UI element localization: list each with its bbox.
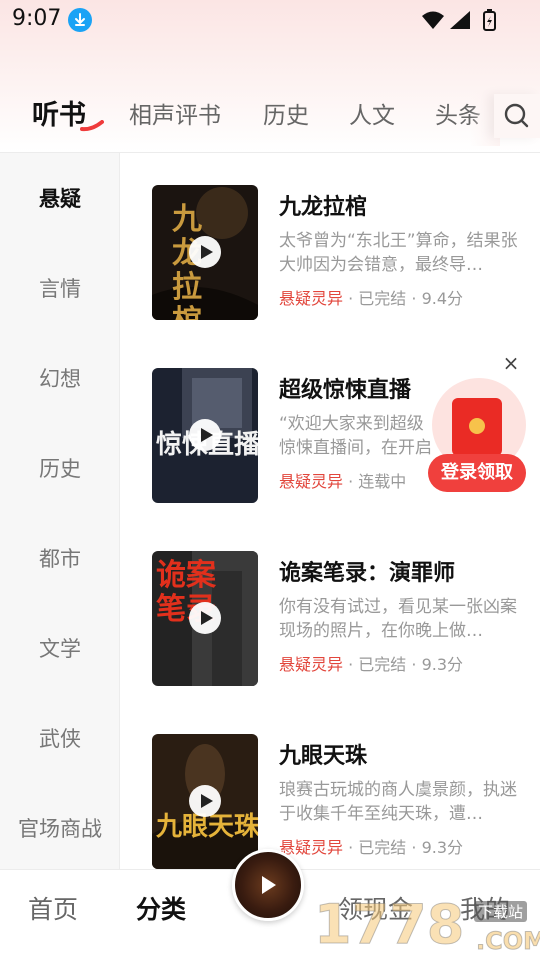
watermark-domain: .COM	[475, 927, 540, 956]
play-icon[interactable]	[189, 602, 221, 634]
book-meta: 悬疑灵异 · 已完结 · 9.3分	[279, 838, 464, 857]
book-cover[interactable]: 诡案笔录	[152, 551, 258, 686]
book-genre: 悬疑灵异	[279, 472, 344, 491]
tab-humanities[interactable]: 人文	[349, 94, 395, 138]
tab-crosstalk[interactable]: 相声评书	[129, 94, 221, 138]
sidebar-item-urban[interactable]: 都市	[0, 539, 120, 579]
book-status: 连载中	[358, 472, 407, 491]
sidebar-item-fantasy[interactable]: 幻想	[0, 359, 120, 399]
promo-close-button[interactable]: ×	[500, 352, 522, 374]
play-icon[interactable]	[189, 236, 221, 268]
sidebar-item-history[interactable]: 历史	[0, 449, 120, 489]
status-time: 9:07	[12, 6, 62, 31]
book-status: 已完结	[358, 838, 407, 857]
nav-home[interactable]: 首页	[28, 890, 78, 926]
genre-sidebar: 悬疑 言情 幻想 历史 都市 文学 武侠 官场商战	[0, 153, 120, 869]
book-item[interactable]: 九眼天珠 九眼天珠 琅赛古玩城的商人虞景颜，执迷于收集千年至纯天珠，遭… 悬疑灵…	[121, 702, 540, 869]
book-status: 已完结	[358, 289, 407, 308]
book-status: 已完结	[358, 655, 407, 674]
book-score: 9.3分	[421, 655, 464, 674]
promo-login-button[interactable]: 登录领取	[428, 454, 526, 492]
sidebar-item-wuxia[interactable]: 武侠	[0, 719, 120, 759]
book-score: 9.3分	[421, 838, 464, 857]
book-cover[interactable]: 九眼天珠	[152, 734, 258, 869]
book-score: 9.4分	[421, 289, 464, 308]
book-list: 九龙拉棺 九龙拉棺 太爷曾为“东北王”算命，结果张大帅因为会错意，最终导… 悬疑…	[121, 153, 540, 869]
site-watermark: 1778 下载站 .COM	[312, 893, 540, 959]
book-cover[interactable]: 惊悚直播	[152, 368, 258, 503]
sidebar-item-literature[interactable]: 文学	[0, 629, 120, 669]
watermark-site: 下载站	[474, 901, 528, 922]
tab-listen[interactable]: 听书	[32, 94, 86, 138]
category-tabs: 听书 相声评书 历史 人文 头条	[0, 94, 540, 140]
status-icons	[420, 8, 500, 32]
book-meta: 悬疑灵异 · 已完结 · 9.4分	[279, 289, 464, 308]
sidebar-item-officialdom[interactable]: 官场商战	[0, 809, 120, 849]
sidebar-item-romance[interactable]: 言情	[0, 269, 120, 309]
book-cover[interactable]: 九龙拉棺	[152, 185, 258, 320]
play-icon[interactable]	[189, 785, 221, 817]
now-playing-disc[interactable]	[232, 849, 304, 921]
book-description: 太爷曾为“东北王”算命，结果张大帅因为会错意，最终导…	[279, 231, 518, 275]
active-tab-indicator	[80, 120, 104, 132]
search-button[interactable]	[494, 94, 540, 138]
book-title: 九龙拉棺	[279, 195, 368, 220]
book-genre: 悬疑灵异	[279, 838, 344, 857]
book-meta: 悬疑灵异 · 已完结 · 9.3分	[279, 655, 464, 674]
book-description: 你有没有试过，看见某一张凶案现场的照片，在你晚上做…	[279, 597, 517, 641]
search-icon	[504, 103, 529, 128]
book-title: 诡案笔录：演罪师	[279, 561, 456, 586]
sidebar-item-suspense[interactable]: 悬疑	[0, 179, 120, 219]
book-title: 九眼天珠	[279, 744, 368, 769]
book-description: 琅赛古玩城的商人虞景颜，执迷于收集千年至纯天珠，遭…	[279, 780, 517, 824]
red-envelope-icon	[452, 398, 502, 456]
play-icon[interactable]	[189, 419, 221, 451]
book-meta: 悬疑灵异 · 连载中	[279, 472, 407, 491]
envelope-seal	[469, 418, 485, 434]
wifi-signal-battery-icon	[422, 9, 496, 31]
book-title: 超级惊悚直播	[279, 378, 412, 403]
nav-category[interactable]: 分类	[136, 890, 186, 926]
login-reward-promo[interactable]: 登录领取	[428, 378, 528, 496]
book-item[interactable]: 诡案笔录 诡案笔录：演罪师 你有没有试过，看见某一张凶案现场的照片，在你晚上做……	[121, 519, 540, 689]
download-icon	[68, 8, 92, 32]
book-genre: 悬疑灵异	[279, 289, 344, 308]
tab-history[interactable]: 历史	[263, 94, 309, 138]
status-bar: 9:07	[0, 0, 540, 38]
book-genre: 悬疑灵异	[279, 655, 344, 674]
book-description: “欢迎大家来到超级惊悚直播间，在开启今天的直播之前…	[279, 414, 432, 458]
play-icon	[256, 873, 280, 897]
book-item[interactable]: 九龙拉棺 九龙拉棺 太爷曾为“东北王”算命，结果张大帅因为会错意，最终导… 悬疑…	[121, 153, 540, 323]
watermark-number: 1778	[313, 893, 465, 957]
